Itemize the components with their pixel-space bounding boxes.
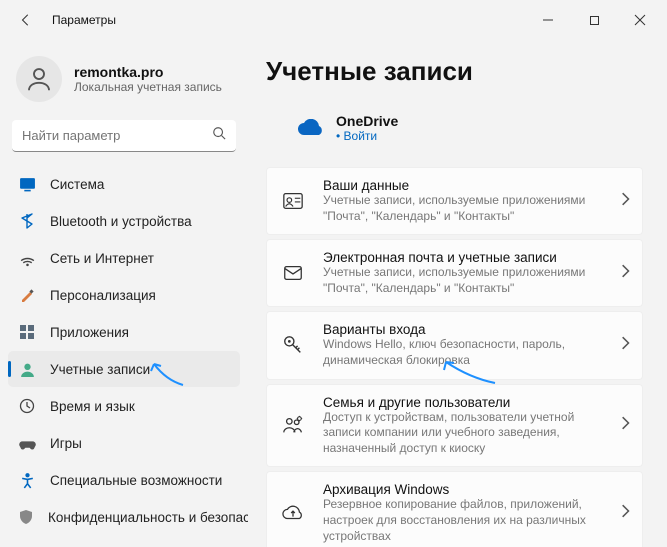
onedrive-title: OneDrive [336, 113, 398, 129]
games-icon [18, 434, 36, 452]
key-icon [281, 334, 305, 356]
backup-icon [281, 502, 305, 524]
sidebar-item-accounts[interactable]: Учетные записи [8, 351, 240, 387]
time-icon [18, 397, 36, 415]
sidebar-item-apps[interactable]: Приложения [8, 314, 240, 350]
sidebar-item-accessibility[interactable]: Специальные возможности [8, 462, 240, 498]
card-email-accounts[interactable]: Электронная почта и учетные записи Учетн… [266, 239, 643, 307]
sidebar: remontka.pro Локальная учетная запись Си… [0, 40, 248, 547]
sidebar-item-update[interactable]: Центр обновления Windows [8, 536, 240, 547]
settings-cards: Ваши данные Учетные записи, используемые… [266, 167, 643, 547]
sidebar-item-label: Специальные возможности [50, 473, 222, 488]
sidebar-item-personalize[interactable]: Персонализация [8, 277, 240, 313]
card-family[interactable]: Семья и другие пользователи Доступ к уст… [266, 384, 643, 468]
mail-icon [281, 262, 305, 284]
sidebar-item-label: Система [50, 177, 104, 192]
sidebar-item-label: Конфиденциальность и безопас [48, 510, 248, 525]
family-icon [281, 414, 305, 436]
avatar [16, 56, 62, 102]
account-block[interactable]: remontka.pro Локальная учетная запись [8, 48, 240, 114]
card-subtitle: Резервное копирование файлов, приложений… [323, 497, 602, 544]
card-subtitle: Windows Hello, ключ безопасности, пароль… [323, 337, 602, 368]
account-subtext: Локальная учетная запись [74, 80, 222, 94]
main-content: Учетные записи OneDrive Войти Ваши данны… [248, 40, 667, 547]
privacy-icon [18, 508, 34, 526]
back-button[interactable] [12, 6, 40, 34]
chevron-right-icon [620, 416, 630, 435]
search-icon [212, 126, 226, 145]
sidebar-item-games[interactable]: Игры [8, 425, 240, 461]
page-title: Учетные записи [266, 56, 643, 87]
maximize-button[interactable] [571, 4, 617, 36]
bluetooth-icon [18, 212, 36, 230]
onedrive-signin-link[interactable]: Войти [336, 129, 398, 143]
card-title: Варианты входа [323, 322, 602, 337]
sidebar-item-label: Персонализация [50, 288, 156, 303]
person-card-icon [281, 190, 305, 212]
titlebar: Параметры [0, 0, 667, 40]
onedrive-row[interactable]: OneDrive Войти [296, 113, 643, 143]
chevron-right-icon [620, 504, 630, 523]
card-your-info[interactable]: Ваши данные Учетные записи, используемые… [266, 167, 643, 235]
sidebar-item-label: Bluetooth и устройства [50, 214, 192, 229]
network-icon [18, 249, 36, 267]
onedrive-icon [296, 119, 324, 137]
sidebar-item-time[interactable]: Время и язык [8, 388, 240, 424]
card-subtitle: Учетные записи, используемые приложениям… [323, 193, 602, 224]
search-input[interactable] [22, 128, 212, 143]
accounts-icon [18, 360, 36, 378]
sidebar-item-privacy[interactable]: Конфиденциальность и безопас [8, 499, 240, 535]
sidebar-item-label: Время и язык [50, 399, 135, 414]
sidebar-item-network[interactable]: Сеть и Интернет [8, 240, 240, 276]
minimize-button[interactable] [525, 4, 571, 36]
card-signin-options[interactable]: Варианты входа Windows Hello, ключ безоп… [266, 311, 643, 379]
personalize-icon [18, 286, 36, 304]
card-title: Ваши данные [323, 178, 602, 193]
card-subtitle: Доступ к устройствам, пользователи учетн… [323, 410, 602, 457]
apps-icon [18, 323, 36, 341]
account-name: remontka.pro [74, 64, 222, 80]
card-title: Архивация Windows [323, 482, 602, 497]
window-title: Параметры [52, 13, 116, 27]
card-title: Семья и другие пользователи [323, 395, 602, 410]
system-icon [18, 175, 36, 193]
card-title: Электронная почта и учетные записи [323, 250, 602, 265]
sidebar-item-label: Сеть и Интернет [50, 251, 154, 266]
accessibility-icon [18, 471, 36, 489]
chevron-right-icon [620, 264, 630, 283]
chevron-right-icon [620, 336, 630, 355]
search-input-wrap[interactable] [12, 120, 236, 152]
sidebar-item-label: Игры [50, 436, 82, 451]
sidebar-item-label: Приложения [50, 325, 129, 340]
card-backup[interactable]: Архивация Windows Резервное копирование … [266, 471, 643, 547]
close-button[interactable] [617, 4, 663, 36]
nav-list: Система Bluetooth и устройства Сеть и Ин… [8, 166, 240, 547]
sidebar-item-label: Учетные записи [50, 362, 150, 377]
card-subtitle: Учетные записи, используемые приложениям… [323, 265, 602, 296]
sidebar-item-bluetooth[interactable]: Bluetooth и устройства [8, 203, 240, 239]
chevron-right-icon [620, 192, 630, 211]
sidebar-item-system[interactable]: Система [8, 166, 240, 202]
